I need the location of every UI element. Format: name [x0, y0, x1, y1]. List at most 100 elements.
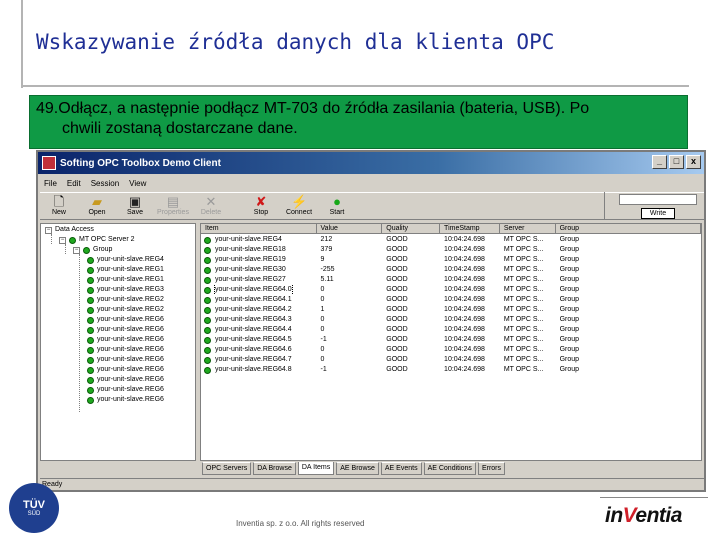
save-button[interactable]: ▣ Save [116, 193, 154, 221]
stop-icon: ✘ [255, 194, 267, 209]
new-button[interactable]: 🗋 New [40, 193, 78, 221]
sud-text: SÜD [27, 511, 41, 517]
table-row[interactable]: your-unit-slave.REG64.8 -1 GOOD 10:04:24.69… [201, 365, 701, 375]
table-row[interactable]: your-unit-slave.REG64.0 0 GOOD 10:04:24.698… [201, 285, 701, 295]
menu-file[interactable]: File [44, 179, 57, 188]
start-button[interactable]: ● Start [318, 193, 356, 221]
collapse-icon[interactable]: − [45, 226, 52, 234]
open-button[interactable]: ▰ Open [78, 193, 116, 221]
cell-item: your-unit-slave.REG30 [201, 265, 317, 275]
column-header-server[interactable]: Server [499, 224, 556, 234]
tree-item[interactable]: your-unit-slave.REG6 [87, 395, 164, 405]
maximize-button[interactable]: □ [669, 155, 684, 169]
tree-item[interactable]: your-unit-slave.REG6 [87, 325, 164, 335]
minimize-button[interactable]: _ [652, 155, 667, 169]
tree-item[interactable]: your-unit-slave.REG6 [87, 335, 164, 345]
list-header: Item Value Quality TimeStamp Server Grou… [201, 224, 701, 234]
column-header-group[interactable]: Group [555, 224, 701, 234]
cell-value: 0 [320, 356, 325, 363]
cell-item-text: your-unit-slave.REG64.8 [215, 366, 292, 373]
write-button[interactable]: Write [641, 208, 675, 219]
tab-da-items[interactable]: DA Items [297, 462, 335, 475]
cell-item-text: your-unit-slave.REG27 [215, 276, 286, 283]
table-row[interactable]: your-unit-slave.REG19 9 GOOD 10:04:24.698 MT… [201, 255, 701, 265]
collapse-icon[interactable]: − [73, 246, 80, 254]
delete-button[interactable]: ✕ Delete [192, 193, 230, 221]
tab-errors[interactable]: Errors [477, 462, 505, 475]
window-titlebar[interactable]: Softing OPC Toolbox Demo Client _ □ x [38, 152, 704, 174]
tree-item-label: your-unit-slave.REG2 [97, 306, 164, 313]
table-row[interactable]: your-unit-slave.REG27 5.11 GOOD 10:04:24.69… [201, 275, 701, 285]
tree-item[interactable]: your-unit-slave.REG6 [87, 375, 164, 385]
stop-button[interactable]: ✘ Stop [242, 193, 280, 221]
table-row[interactable]: your-unit-slave.REG4 212 GOOD 10:04:24.698 M… [201, 235, 701, 245]
cell-value: 0 [320, 286, 325, 293]
menu-edit[interactable]: Edit [67, 179, 81, 188]
tree-item[interactable]: your-unit-slave.REG6 [87, 315, 164, 325]
tab-ae-events[interactable]: AE Events [380, 462, 422, 475]
server-status-icon [69, 236, 76, 244]
cell-server: MT OPC S... [503, 246, 544, 253]
tree-item[interactable]: your-unit-slave.REG6 [87, 355, 164, 365]
tab-ae-conditions[interactable]: AE Conditions [423, 462, 476, 475]
tree-item[interactable]: your-unit-slave.REG1 [87, 275, 164, 285]
copyright-notice: Inventia sp. z o.o. All rights reserved [236, 519, 365, 528]
address-space-tree[interactable]: − Data Access − MT OPC Server 2 − Group … [40, 223, 196, 461]
tree-item[interactable]: your-unit-slave.REG6 [87, 385, 164, 395]
table-row[interactable]: your-unit-slave.REG64.2 1 GOOD 10:04:24.698… [201, 305, 701, 315]
item-status-icon [204, 346, 211, 354]
tree-node-server[interactable]: − MT OPC Server 2 [59, 235, 135, 245]
table-row[interactable]: your-unit-slave.REG64.1 0 GOOD 10:04:24.698… [201, 295, 701, 305]
properties-button[interactable]: ▤ Properties [154, 193, 192, 221]
cell-server: MT OPC S... [503, 336, 544, 343]
menubar: File Edit Session View [38, 175, 146, 191]
table-row[interactable]: your-unit-slave.REG64.3 0 GOOD 10:04:24.698… [201, 315, 701, 325]
save-label: Save [127, 209, 143, 216]
cell-quality: GOOD [386, 316, 408, 323]
tab-ae-browse[interactable]: AE Browse [336, 462, 379, 475]
cell-quality: GOOD [386, 236, 408, 243]
cell-group: Group [559, 246, 580, 253]
cell-ts: 10:04:24.698 [444, 246, 485, 253]
window-title: Softing OPC Toolbox Demo Client [60, 157, 221, 169]
tree-item[interactable]: your-unit-slave.REG3 [87, 285, 164, 295]
cell-ts: 10:04:24.698 [444, 316, 485, 323]
table-row[interactable]: your-unit-slave.REG30 -255 GOOD 10:04:24.69… [201, 265, 701, 275]
column-header-timestamp[interactable]: TimeStamp [440, 224, 500, 234]
tab-da-browse[interactable]: DA Browse [253, 462, 296, 475]
table-row[interactable]: your-unit-slave.REG18 379 GOOD 10:04:24.698… [201, 245, 701, 255]
table-row[interactable]: your-unit-slave.REG64.7 0 GOOD 10:04:24.698… [201, 355, 701, 365]
tree-item[interactable]: your-unit-slave.REG6 [87, 365, 164, 375]
cell-item: your-unit-slave.REG64.8 [201, 365, 317, 375]
tab-opc-servers[interactable]: OPC Servers [202, 462, 252, 475]
table-row[interactable]: your-unit-slave.REG64.5 -1 GOOD 10:04:24.69… [201, 335, 701, 345]
table-row[interactable]: your-unit-slave.REG64.4 0 GOOD 10:04:24.698… [201, 325, 701, 335]
tree-item[interactable]: your-unit-slave.REG2 [87, 295, 164, 305]
column-header-value[interactable]: Value [316, 224, 383, 234]
cell-quality: GOOD [386, 336, 408, 343]
item-status-icon [204, 276, 211, 284]
floppy-icon: ▣ [128, 194, 142, 209]
tree-node-data-access[interactable]: − Data Access [45, 225, 94, 235]
close-button[interactable]: x [686, 155, 701, 169]
cell-group: Group [559, 286, 580, 293]
column-header-item[interactable]: Item [201, 224, 317, 234]
cell-server: MT OPC S... [503, 236, 544, 243]
tree-item[interactable]: your-unit-slave.REG1 [87, 265, 164, 275]
connect-button[interactable]: ⚡ Connect [280, 193, 318, 221]
column-header-quality[interactable]: Quality [382, 224, 441, 234]
tree-item[interactable]: your-unit-slave.REG4 [87, 255, 164, 265]
cell-ts: 10:04:24.698 [444, 346, 485, 353]
cell-ts: 10:04:24.698 [444, 296, 485, 303]
collapse-icon[interactable]: − [59, 236, 66, 244]
write-value-input[interactable] [619, 194, 697, 205]
tree-item[interactable]: your-unit-slave.REG6 [87, 345, 164, 355]
item-status-icon [204, 256, 211, 264]
table-row[interactable]: your-unit-slave.REG64.6 0 GOOD 10:04:24.698… [201, 345, 701, 355]
menu-view[interactable]: View [129, 179, 146, 188]
menu-session[interactable]: Session [91, 179, 119, 188]
items-list[interactable]: Item Value Quality TimeStamp Server Grou… [200, 223, 702, 461]
tree-item[interactable]: your-unit-slave.REG2 [87, 305, 164, 315]
cell-group: Group [559, 366, 580, 373]
tree-node-group[interactable]: − Group [73, 245, 112, 255]
